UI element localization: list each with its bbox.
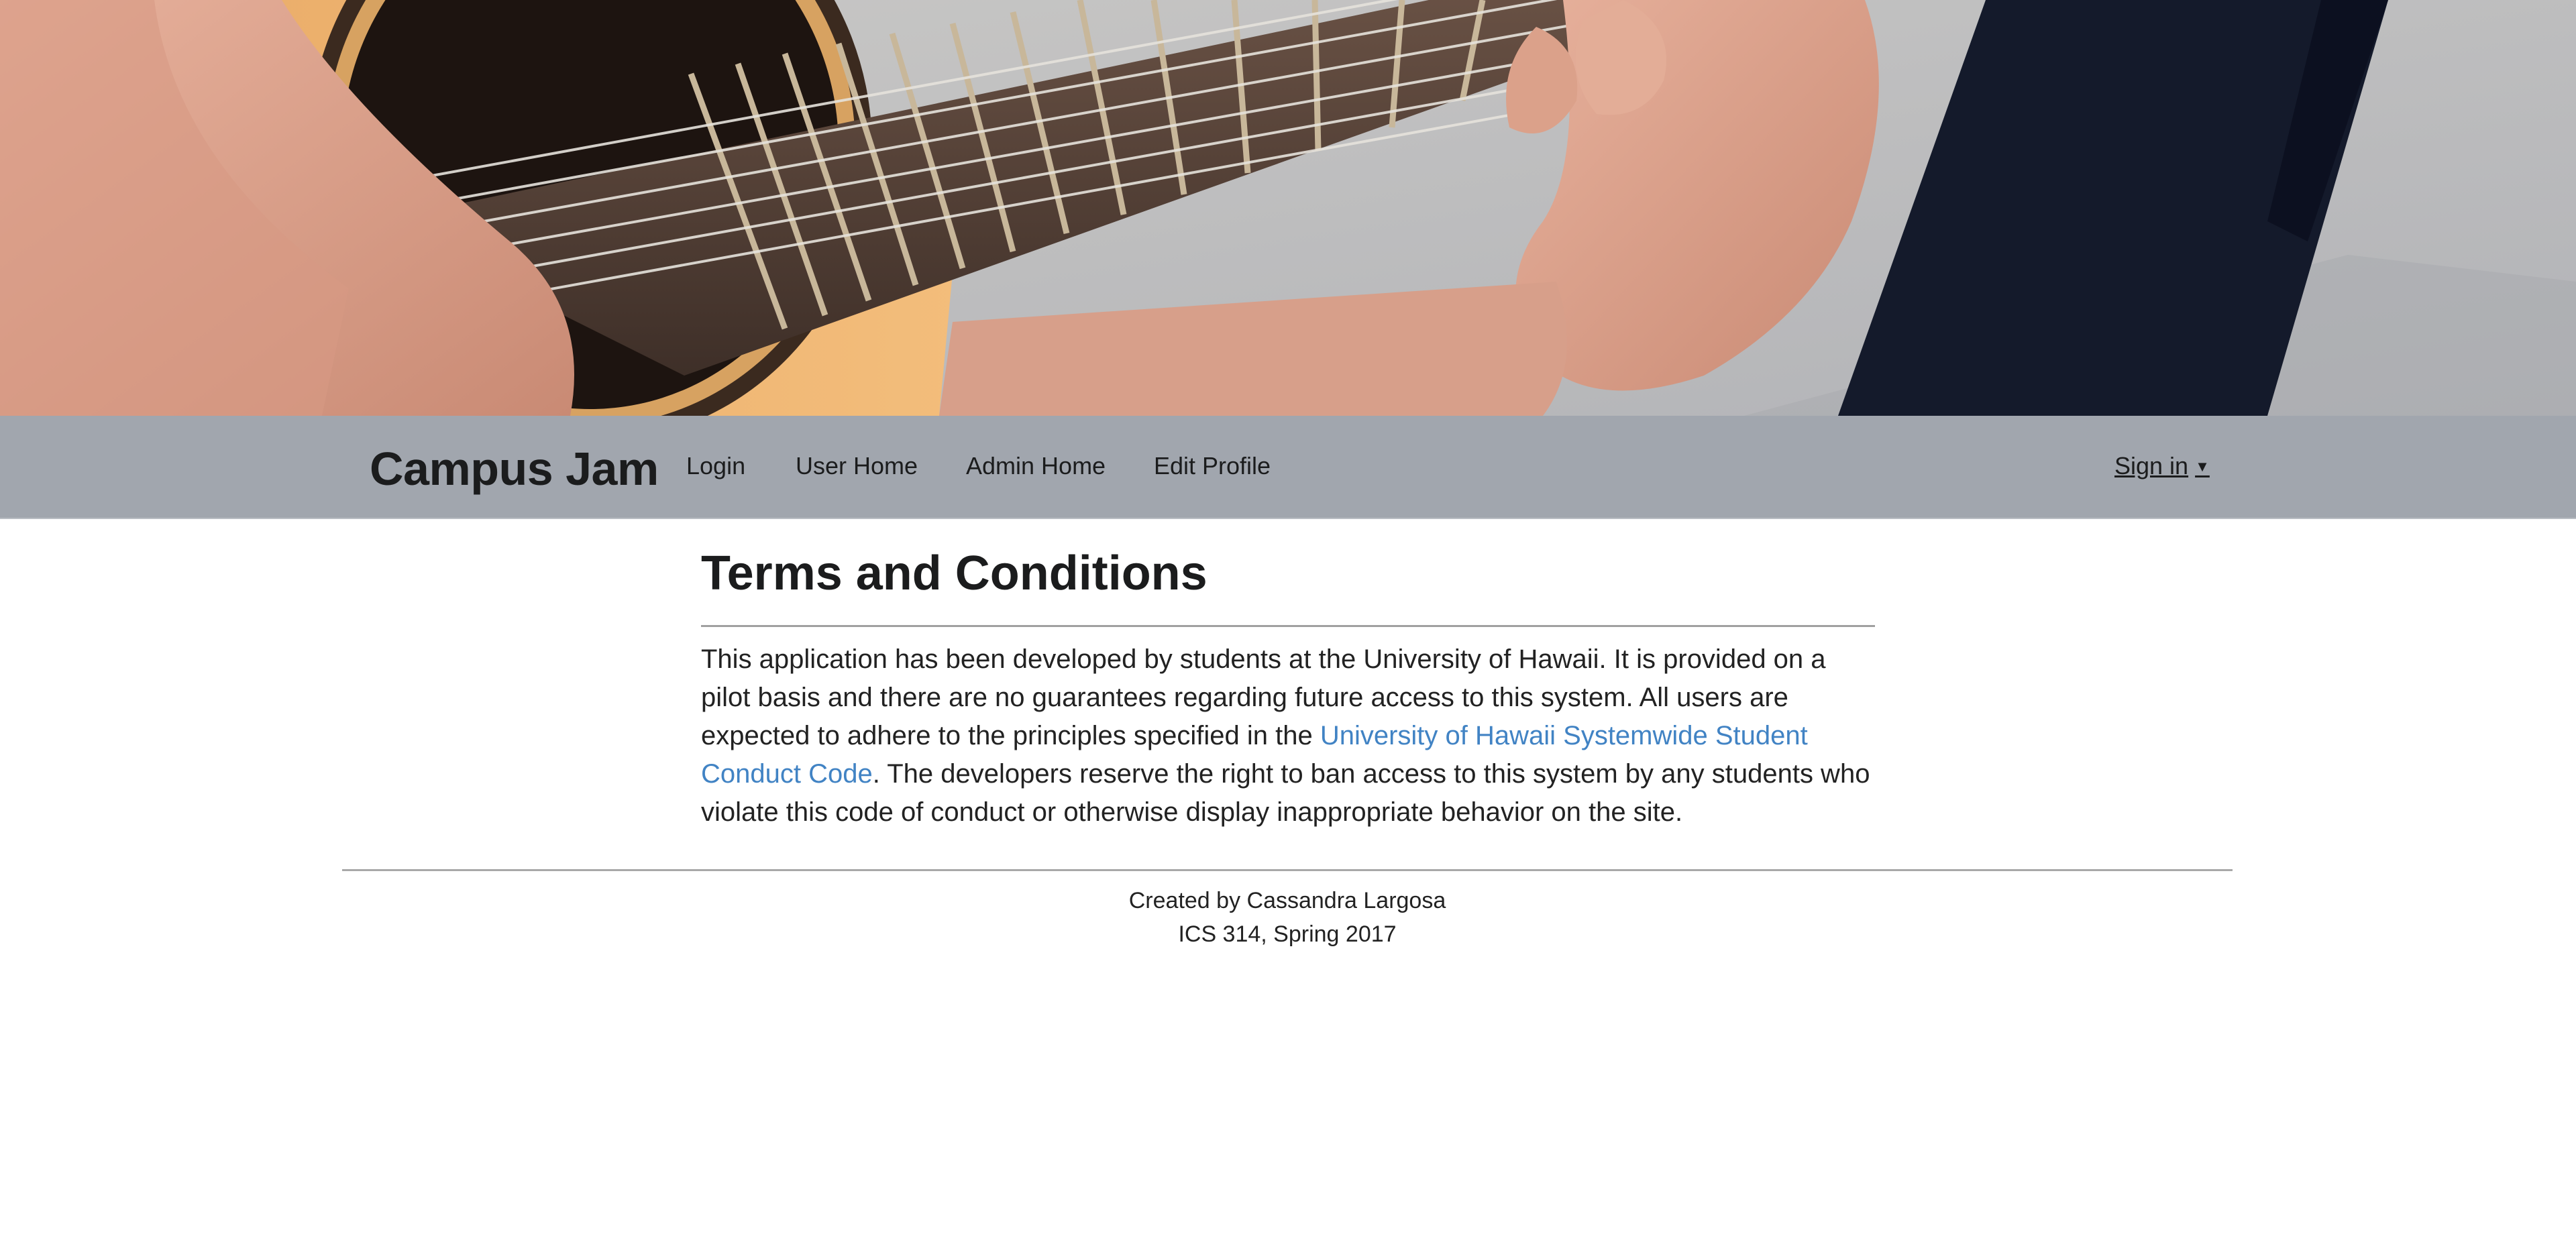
nav-item-login[interactable]: Login — [686, 449, 745, 483]
nav-item-edit-profile[interactable]: Edit Profile — [1154, 449, 1271, 483]
brand-logo[interactable]: Campus Jam — [370, 439, 659, 499]
terms-paragraph: This application has been developed by s… — [701, 640, 1875, 832]
sign-in-label: Sign in — [2114, 452, 2189, 479]
caret-down-icon: ▼ — [2195, 458, 2210, 475]
terms-text-end: . The developers reserve the right to ba… — [701, 759, 1870, 827]
footer-divider — [342, 869, 2233, 871]
nav-item-admin-home[interactable]: Admin Home — [966, 449, 1106, 483]
footer: Created by Cassandra Largosa ICS 314, Sp… — [342, 884, 2233, 951]
title-divider — [701, 625, 1875, 627]
hero-banner-image — [0, 0, 2576, 416]
footer-course: ICS 314, Spring 2017 — [1178, 921, 1397, 947]
nav-item-user-home[interactable]: User Home — [796, 449, 918, 483]
main-content: Terms and Conditions This application ha… — [701, 536, 1875, 832]
footer-credit: Created by Cassandra Largosa — [1128, 888, 1446, 913]
page-title: Terms and Conditions — [701, 547, 1208, 600]
sign-in-dropdown[interactable]: Sign in ▼ — [2114, 449, 2210, 484]
top-navbar: Campus Jam Login User Home Admin Home Ed… — [0, 416, 2576, 519]
